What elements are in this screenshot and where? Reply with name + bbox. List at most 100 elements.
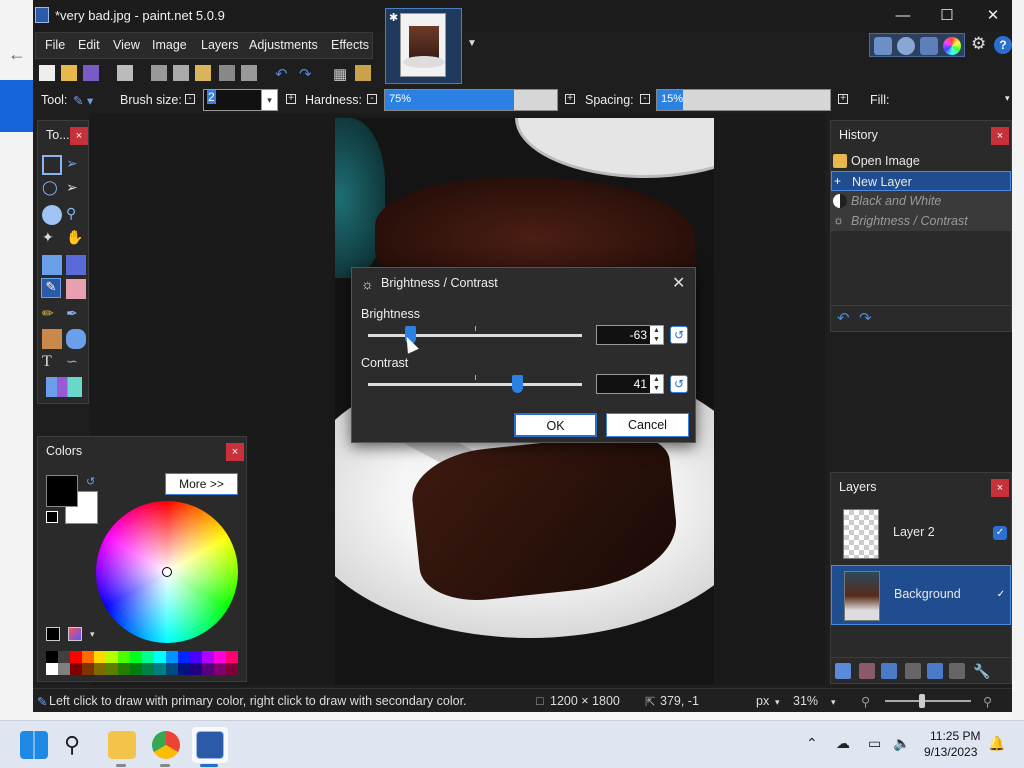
- magic-wand-tool-icon[interactable]: ✦: [42, 229, 62, 249]
- notifications-bell-icon[interactable]: 🔔: [988, 735, 1005, 752]
- hardness-increase[interactable]: +: [565, 94, 575, 104]
- brightness-spinner[interactable]: ▲ ▼: [650, 326, 663, 344]
- contrast-slider-track[interactable]: [368, 383, 582, 386]
- move-selected-tool-icon[interactable]: ➢: [66, 155, 86, 175]
- text-tool-icon[interactable]: T: [42, 353, 62, 373]
- reset-colors-icon[interactable]: [46, 511, 58, 523]
- gradient-tool-icon[interactable]: [66, 255, 86, 275]
- contrast-spinner[interactable]: ▲ ▼: [650, 375, 663, 393]
- colors-window-icon[interactable]: [943, 37, 961, 55]
- color-wheel-selector[interactable]: [162, 567, 172, 577]
- paintbrush-tool-icon[interactable]: ✎ ▾: [73, 93, 93, 108]
- history-panel-close[interactable]: ×: [991, 127, 1009, 145]
- spacing-decrease[interactable]: -: [640, 94, 650, 104]
- new-file-icon[interactable]: [39, 65, 55, 81]
- move-selection-tool-icon[interactable]: ➢: [66, 179, 86, 199]
- rectangle-select-tool-icon[interactable]: [42, 155, 62, 175]
- primary-color-swatch[interactable]: [46, 475, 78, 507]
- menu-edit[interactable]: Edit: [78, 38, 100, 52]
- tools-window-icon[interactable]: [874, 37, 892, 55]
- recolor-tool-icon[interactable]: [66, 329, 86, 349]
- paintbrush-tool-icon[interactable]: ✎: [41, 278, 61, 298]
- print-icon[interactable]: [117, 65, 133, 81]
- add-layer-icon[interactable]: [835, 663, 851, 679]
- layer-row-layer-2[interactable]: Layer 2 ✓: [831, 504, 1011, 564]
- tools-panel-close[interactable]: ×: [70, 127, 88, 145]
- zoom-level[interactable]: 31%: [793, 694, 818, 708]
- brightness-reset-icon[interactable]: ↺: [670, 326, 688, 344]
- color-wheel[interactable]: [96, 501, 238, 643]
- menu-effects[interactable]: Effects: [331, 38, 369, 52]
- brush-size-increase[interactable]: +: [286, 94, 296, 104]
- contrast-slider-thumb[interactable]: [512, 375, 523, 393]
- toolbar-overflow-icon[interactable]: ▾: [1005, 93, 1010, 104]
- clone-stamp-tool-icon[interactable]: [42, 329, 62, 349]
- onedrive-icon[interactable]: ☁: [836, 735, 850, 752]
- pin-icon[interactable]: ▼: [467, 38, 477, 49]
- crop-icon[interactable]: [219, 65, 235, 81]
- zoom-dropdown-icon[interactable]: ▾: [831, 697, 836, 708]
- history-redo-icon[interactable]: ↷: [859, 309, 872, 327]
- primary-mini-swatch-icon[interactable]: [46, 627, 60, 641]
- maximize-button[interactable]: ☐: [924, 4, 970, 28]
- hardness-slider[interactable]: 75%: [384, 89, 558, 111]
- ok-button[interactable]: OK: [514, 413, 597, 437]
- history-window-icon[interactable]: [897, 37, 915, 55]
- copy-icon[interactable]: [173, 65, 189, 81]
- menu-image[interactable]: Image: [152, 38, 187, 52]
- cut-icon[interactable]: [151, 65, 167, 81]
- menu-adjustments[interactable]: Adjustments: [249, 38, 318, 52]
- color-picker-tool-icon[interactable]: ✒: [66, 305, 86, 325]
- units-selector[interactable]: px: [756, 694, 769, 708]
- start-windows-icon[interactable]: [20, 731, 48, 759]
- line-curve-tool-icon[interactable]: ∽: [66, 353, 86, 373]
- cancel-button[interactable]: Cancel: [606, 413, 689, 437]
- zoom-out-icon[interactable]: ⚲: [861, 694, 870, 709]
- lasso-select-tool-icon[interactable]: ◯: [42, 179, 62, 199]
- image-tab-thumbnail[interactable]: ✱: [385, 8, 462, 84]
- layers-window-icon[interactable]: [920, 37, 938, 55]
- pencil-tool-icon[interactable]: ✏: [42, 305, 62, 325]
- move-layer-down-icon[interactable]: [949, 663, 965, 679]
- layer-row-background[interactable]: Background ✓: [831, 565, 1011, 625]
- open-file-icon[interactable]: [61, 65, 77, 81]
- deselect-icon[interactable]: [241, 65, 257, 81]
- show-hidden-icons[interactable]: ⌃: [806, 735, 818, 752]
- duplicate-layer-icon[interactable]: [881, 663, 897, 679]
- paste-icon[interactable]: [195, 65, 211, 81]
- clock-date[interactable]: 9/13/2023: [924, 745, 977, 759]
- eraser-tool-icon[interactable]: [66, 279, 86, 299]
- paint-net-taskbar-icon[interactable]: [196, 731, 224, 759]
- units-dropdown-icon[interactable]: ▾: [775, 697, 780, 708]
- history-item-new-layer[interactable]: + New Layer: [831, 171, 1011, 191]
- history-undo-icon[interactable]: ↶: [837, 309, 850, 327]
- shapes-tool-icon[interactable]: [46, 377, 82, 397]
- paint-bucket-tool-icon[interactable]: [42, 255, 62, 275]
- redo-icon[interactable]: ↷: [299, 65, 315, 83]
- spacing-slider[interactable]: 15%: [656, 89, 831, 111]
- menu-view[interactable]: View: [113, 38, 140, 52]
- menu-file[interactable]: File: [45, 38, 65, 52]
- zoom-slider-track[interactable]: [885, 700, 971, 702]
- volume-muted-icon[interactable]: 🔈: [893, 735, 910, 752]
- history-item-black-and-white[interactable]: Black and White: [831, 191, 1011, 211]
- menu-layers[interactable]: Layers: [201, 38, 239, 52]
- close-window-button[interactable]: ✕: [970, 4, 1016, 28]
- brightness-slider-track[interactable]: [368, 334, 582, 337]
- layers-panel-close[interactable]: ×: [991, 479, 1009, 497]
- minimize-button[interactable]: —: [880, 4, 926, 28]
- layer-visibility-checkbox[interactable]: ✓: [993, 526, 1007, 540]
- brush-size-dropdown[interactable]: ▾: [261, 89, 278, 111]
- save-icon[interactable]: [83, 65, 99, 81]
- contrast-reset-icon[interactable]: ↺: [670, 375, 688, 393]
- grid-icon[interactable]: ▦: [333, 65, 349, 83]
- pan-tool-icon[interactable]: ✋: [66, 229, 86, 249]
- layer-properties-icon[interactable]: 🔧: [973, 663, 990, 679]
- spacing-increase[interactable]: +: [838, 94, 848, 104]
- ellipse-select-tool-icon[interactable]: [42, 205, 62, 225]
- palette-dropdown-icon[interactable]: ▾: [90, 629, 95, 640]
- help-icon[interactable]: ?: [994, 36, 1012, 54]
- swap-colors-icon[interactable]: ↺: [86, 475, 95, 488]
- palette-options-icon[interactable]: [68, 627, 82, 641]
- move-layer-up-icon[interactable]: [927, 663, 943, 679]
